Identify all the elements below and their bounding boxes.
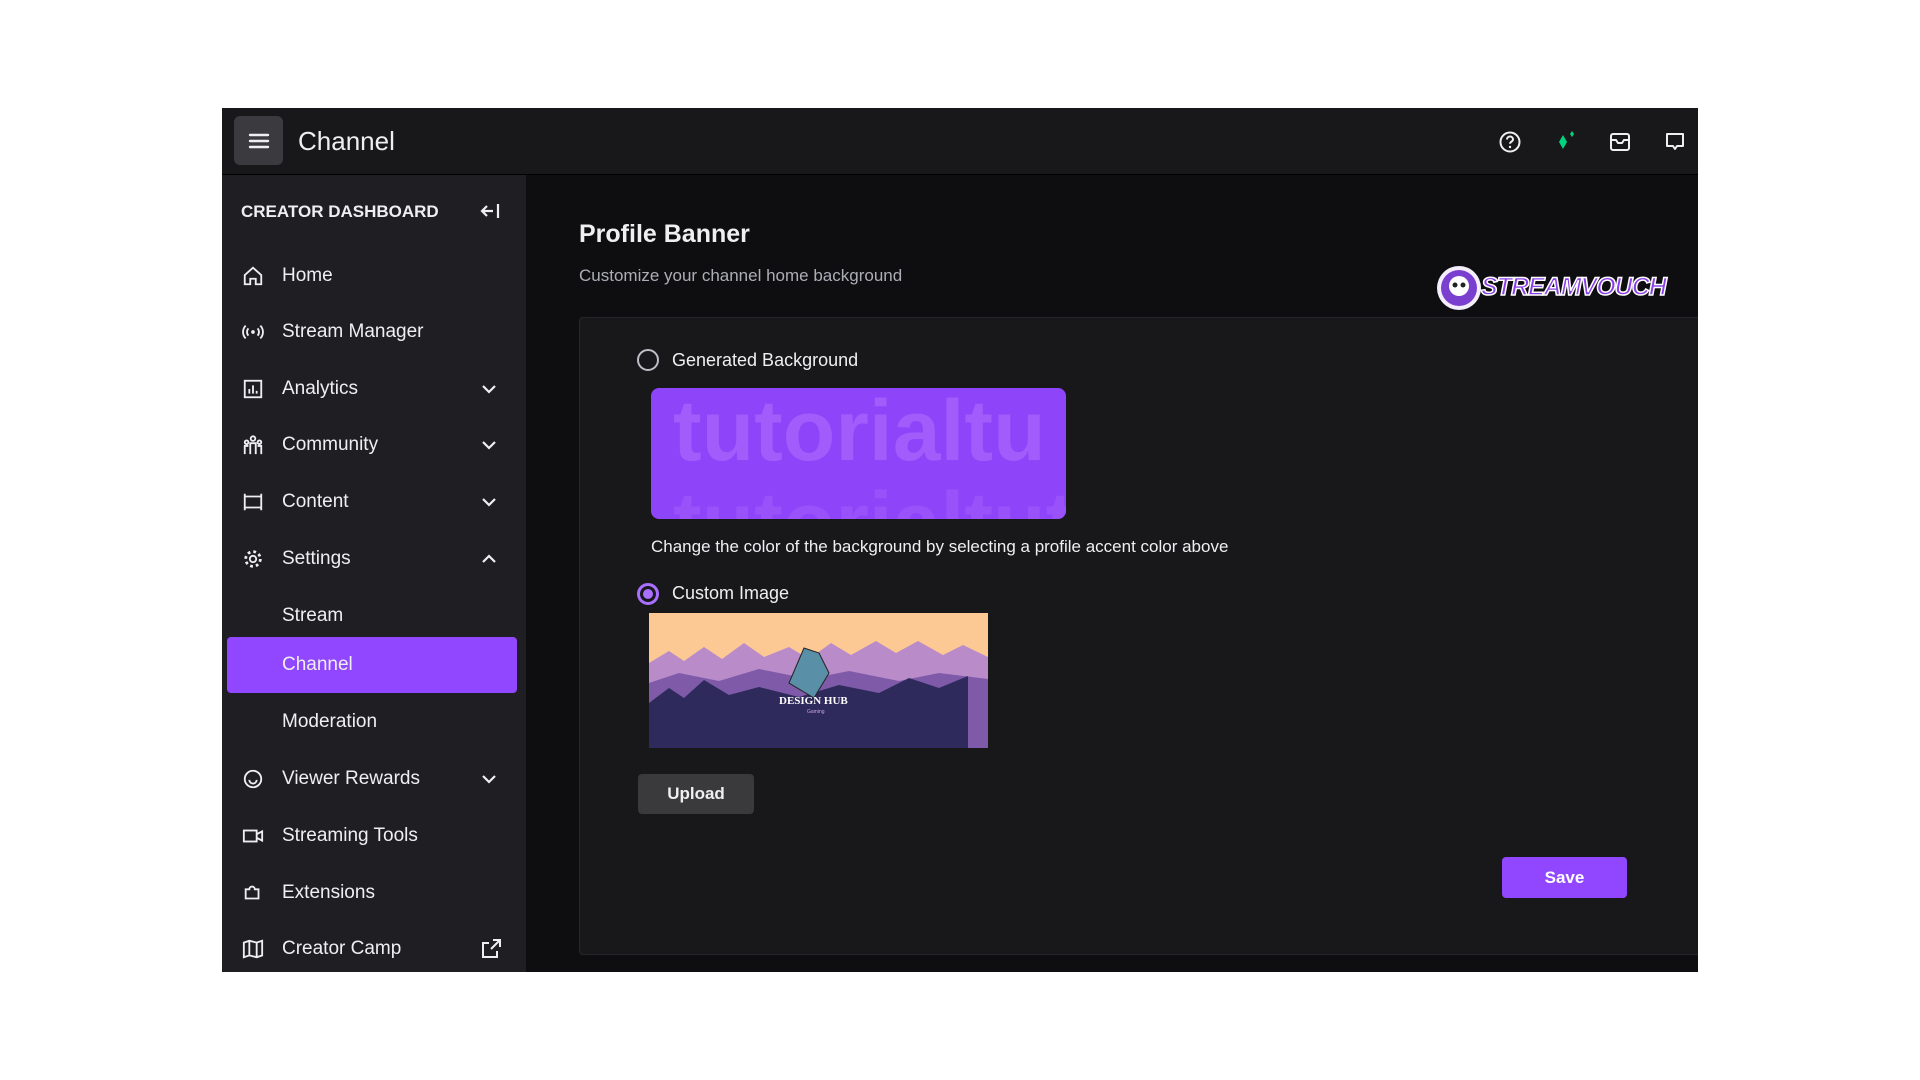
chart-icon xyxy=(241,377,265,401)
sidebar-item-label: Community xyxy=(282,434,379,455)
content-icon xyxy=(241,490,265,514)
sidebar-item-extensions[interactable]: Extensions xyxy=(227,865,517,921)
sidebar-item-viewer-rewards[interactable]: Viewer Rewards xyxy=(227,751,517,807)
sidebar-header: CREATOR DASHBOARD xyxy=(241,202,439,221)
banner-title: DESIGN HUB xyxy=(779,695,848,707)
inbox-button[interactable] xyxy=(1606,128,1634,156)
sidebar-item-stream-manager[interactable]: Stream Manager xyxy=(227,304,517,360)
custom-image-radio[interactable] xyxy=(637,583,659,605)
help-icon xyxy=(1499,131,1521,153)
sidebar-item-community[interactable]: Community xyxy=(227,417,517,473)
sidebar-item-label: Settings xyxy=(282,548,351,569)
sidebar-item-creator-camp[interactable]: Creator Camp xyxy=(227,921,517,972)
generated-background-radio[interactable] xyxy=(637,349,659,371)
sidebar-item-settings[interactable]: Settings xyxy=(227,531,517,587)
sidebar-item-channel[interactable]: Channel xyxy=(227,637,517,693)
sparkle-button[interactable] xyxy=(1551,128,1579,156)
sidebar-item-moderation[interactable]: Moderation xyxy=(227,694,517,750)
chevron-down-icon xyxy=(482,498,496,507)
sidebar-item-label: Streaming Tools xyxy=(282,825,418,846)
gear-icon xyxy=(241,547,265,571)
home-icon xyxy=(241,264,265,288)
upload-button[interactable]: Upload xyxy=(638,774,754,814)
inbox-icon xyxy=(1610,133,1630,151)
book-icon xyxy=(241,937,265,961)
banner-subtitle: Gaming xyxy=(807,709,825,715)
generated-background-preview[interactable]: tutorialtu tutorialtutor xyxy=(651,388,1066,519)
sidebar-item-content[interactable]: Content xyxy=(227,474,517,530)
sparkle-icon xyxy=(1559,131,1574,149)
sidebar-item-label: Extensions xyxy=(282,882,375,903)
puzzle-icon xyxy=(241,881,265,905)
app-window: Channel CREATOR DASHBOARD Home Stream Ma… xyxy=(222,108,1698,972)
sidebar-item-analytics[interactable]: Analytics xyxy=(227,361,517,417)
sidebar-item-stream[interactable]: Stream xyxy=(227,588,517,644)
custom-image-label: Custom Image xyxy=(672,583,790,603)
people-icon xyxy=(241,433,265,457)
sidebar-item-streaming-tools[interactable]: Streaming Tools xyxy=(227,808,517,864)
chevron-up-icon xyxy=(482,554,496,563)
help-button[interactable] xyxy=(1496,128,1524,156)
chevron-down-icon xyxy=(482,775,496,784)
sidebar-item-label: Content xyxy=(282,491,349,512)
menu-icon xyxy=(248,133,269,148)
sidebar-item-home[interactable]: Home xyxy=(227,248,517,304)
generated-background-label: Generated Background xyxy=(672,350,859,370)
external-link-icon xyxy=(482,939,501,958)
chat-button[interactable] xyxy=(1661,128,1689,156)
menu-button[interactable] xyxy=(234,116,283,165)
section-title: Profile Banner xyxy=(579,220,750,248)
camera-icon xyxy=(241,824,265,848)
sidebar: CREATOR DASHBOARD Home Stream Manager An… xyxy=(222,175,526,972)
rewards-icon xyxy=(241,767,265,791)
help-text: Change the color of the background by se… xyxy=(651,537,1229,556)
chevron-down-icon xyxy=(482,441,496,450)
save-button[interactable]: Save xyxy=(1502,857,1627,898)
sidebar-item-label: Stream xyxy=(282,605,344,626)
chat-icon xyxy=(1666,133,1684,150)
top-bar: Channel xyxy=(222,108,1698,175)
sidebar-item-label: Channel xyxy=(282,654,353,675)
sidebar-item-label: Stream Manager xyxy=(282,321,424,342)
section-subtitle: Customize your channel home background xyxy=(579,266,903,285)
page-title: Channel xyxy=(298,126,395,156)
collapse-sidebar-icon[interactable] xyxy=(478,199,502,223)
custom-banner-image[interactable]: DESIGN HUB Gaming xyxy=(649,613,988,748)
preview-text: tutorialtutor xyxy=(673,474,1066,519)
sidebar-item-label: Home xyxy=(282,265,333,286)
streamvouch-watermark-logo: STREAMVOUCH xyxy=(1435,263,1668,312)
chevron-down-icon xyxy=(482,385,496,394)
preview-text: tutorialtu xyxy=(673,388,1046,479)
profile-banner-card: Generated Background tutorialtu tutorial… xyxy=(579,317,1698,955)
sidebar-item-label: Viewer Rewards xyxy=(282,768,420,789)
sidebar-item-label: Creator Camp xyxy=(282,938,402,959)
sidebar-item-label: Moderation xyxy=(282,711,378,732)
sidebar-item-label: Analytics xyxy=(282,378,359,399)
broadcast-icon xyxy=(241,320,265,344)
